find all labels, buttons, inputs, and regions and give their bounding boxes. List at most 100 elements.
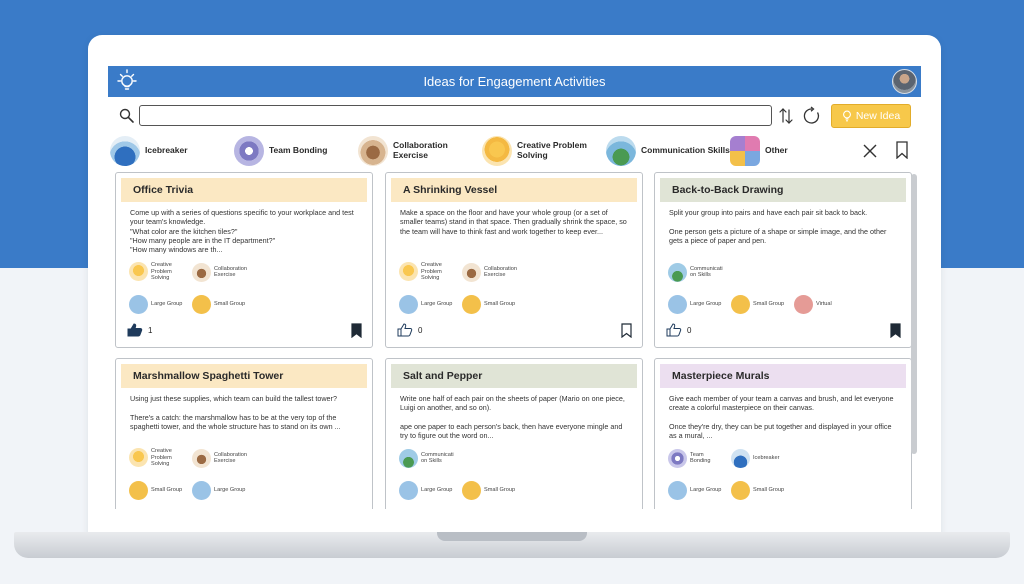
category-team-bonding[interactable]: Team Bonding bbox=[234, 135, 327, 167]
tag-label: Small Group bbox=[151, 486, 183, 493]
tag-label: Small Group bbox=[214, 300, 246, 307]
category-label: Collaboration Exercise bbox=[393, 140, 448, 160]
bookmark-icon[interactable] bbox=[621, 323, 632, 338]
tag-collab: Collaboration Exercise bbox=[192, 448, 247, 468]
tag-label: Creative Problem Solving bbox=[151, 448, 172, 468]
creative-icon bbox=[129, 262, 148, 282]
category-collaboration[interactable]: Collaboration Exercise bbox=[358, 135, 448, 167]
card-description: Give each member of your team a canvas a… bbox=[669, 394, 894, 441]
large-icon bbox=[399, 294, 418, 314]
close-icon[interactable] bbox=[862, 143, 878, 159]
team-icon bbox=[668, 448, 687, 468]
tag-small: Small Group bbox=[462, 294, 517, 314]
tag-collab: Collaboration Exercise bbox=[192, 262, 247, 282]
bookmark-icon[interactable] bbox=[351, 323, 362, 338]
page-title: Ideas for Engagement Activities bbox=[423, 74, 606, 89]
small-icon bbox=[462, 294, 481, 314]
small-icon bbox=[192, 294, 211, 314]
tag-label: Small Group bbox=[753, 300, 785, 307]
category-other[interactable]: Other bbox=[730, 135, 788, 167]
tag-large: Large Group bbox=[129, 294, 184, 314]
idea-card[interactable]: A Shrinking Vessel Make a space on the fl… bbox=[385, 172, 643, 348]
tag-label: Small Group bbox=[484, 486, 516, 493]
tag-label: Communicati on Skills bbox=[690, 265, 723, 278]
category-tags: Communicati on Skills bbox=[655, 258, 911, 286]
sort-icon[interactable] bbox=[777, 107, 795, 125]
category-creative[interactable]: Creative Problem Solving bbox=[482, 135, 587, 167]
small-icon bbox=[462, 480, 481, 500]
team-bonding-icon bbox=[234, 136, 264, 166]
card-description: Split your group into pairs and have eac… bbox=[669, 208, 887, 246]
like-button[interactable]: 1 bbox=[127, 323, 152, 337]
tag-small: Small Group bbox=[129, 480, 184, 500]
group-size-tags: Large Group Small Group bbox=[386, 476, 642, 504]
category-label: Icebreaker bbox=[145, 145, 188, 156]
large-icon bbox=[192, 480, 211, 500]
tag-team: Team Bonding bbox=[668, 448, 723, 468]
tag-creative: Creative Problem Solving bbox=[399, 262, 454, 282]
category-label: Creative Problem Solving bbox=[517, 140, 587, 160]
card-footer: 0 bbox=[397, 323, 632, 339]
large-icon bbox=[399, 480, 418, 500]
new-idea-button[interactable]: New Idea bbox=[831, 104, 911, 128]
large-icon bbox=[129, 294, 148, 314]
tag-large: Large Group bbox=[668, 294, 723, 314]
communication-icon bbox=[606, 136, 636, 166]
like-button[interactable]: 0 bbox=[666, 323, 691, 337]
collab-icon bbox=[192, 448, 211, 468]
small-icon bbox=[731, 480, 750, 500]
card-title: Back-to-Back Drawing bbox=[660, 178, 906, 202]
lightbulb-icon bbox=[842, 110, 851, 122]
category-tags: Communicati on Skills bbox=[386, 444, 642, 472]
category-filter-bar: Icebreaker Team Bonding Collaboration Ex… bbox=[108, 135, 921, 167]
tag-label: Communicati on Skills bbox=[421, 451, 454, 464]
idea-card[interactable]: Marshmallow Spaghetti Tower Using just th… bbox=[115, 358, 373, 509]
large-icon bbox=[668, 294, 687, 314]
tag-collab: Collaboration Exercise bbox=[462, 262, 517, 282]
large-icon bbox=[668, 480, 687, 500]
other-icon bbox=[730, 136, 760, 166]
idea-card[interactable]: Office Trivia Come up with a series of qu… bbox=[115, 172, 373, 348]
card-title: Masterpiece Murals bbox=[660, 364, 906, 388]
refresh-icon[interactable] bbox=[802, 106, 822, 126]
category-tags: Team Bonding Icebreaker bbox=[655, 444, 911, 472]
collaboration-icon bbox=[358, 136, 388, 166]
icebreaker-icon bbox=[110, 136, 140, 166]
card-description: Using just these supplies, which team ca… bbox=[130, 394, 341, 432]
collab-icon bbox=[192, 262, 211, 282]
idea-card[interactable]: Salt and Pepper Write one half of each pa… bbox=[385, 358, 643, 509]
category-tags: Creative Problem Solving Collaboration Ex… bbox=[386, 258, 642, 286]
category-communication[interactable]: Communication Skills bbox=[606, 135, 730, 167]
tag-label: Small Group bbox=[484, 300, 516, 307]
category-tags: Creative Problem Solving Collaboration Ex… bbox=[116, 444, 372, 472]
tag-label: Large Group bbox=[690, 486, 722, 493]
idea-card[interactable]: Masterpiece Murals Give each member of yo… bbox=[654, 358, 912, 509]
tag-label: Collaboration Exercise bbox=[484, 265, 517, 278]
tag-label: Large Group bbox=[151, 300, 183, 307]
idea-card[interactable]: Back-to-Back Drawing Split your group int… bbox=[654, 172, 912, 348]
bookmark-filter-icon[interactable] bbox=[895, 141, 909, 159]
creative-icon bbox=[399, 262, 418, 282]
category-icebreaker[interactable]: Icebreaker bbox=[110, 135, 188, 167]
tag-label: Large Group bbox=[690, 300, 722, 307]
group-size-tags: Large Group Small Group bbox=[655, 476, 911, 504]
search-icon bbox=[119, 108, 134, 123]
avatar[interactable] bbox=[892, 69, 917, 94]
search-input[interactable] bbox=[139, 105, 772, 126]
tag-creative: Creative Problem Solving bbox=[129, 448, 184, 468]
card-title: Salt and Pepper bbox=[391, 364, 637, 388]
bookmark-icon[interactable] bbox=[890, 323, 901, 338]
creative-icon bbox=[129, 448, 148, 468]
tag-virtual: Virtual bbox=[794, 294, 849, 314]
comm-icon bbox=[399, 448, 418, 468]
tag-label: Creative Problem Solving bbox=[151, 262, 172, 282]
like-count: 0 bbox=[687, 325, 692, 335]
search-toolbar: New Idea bbox=[108, 103, 921, 129]
tag-large: Large Group bbox=[668, 480, 723, 500]
card-footer: 0 bbox=[666, 323, 901, 339]
group-size-tags: Large Group Small Group bbox=[386, 290, 642, 318]
scrollbar[interactable] bbox=[911, 174, 917, 454]
like-button[interactable]: 0 bbox=[397, 323, 422, 337]
like-count: 0 bbox=[418, 325, 423, 335]
ice-icon bbox=[731, 448, 750, 468]
